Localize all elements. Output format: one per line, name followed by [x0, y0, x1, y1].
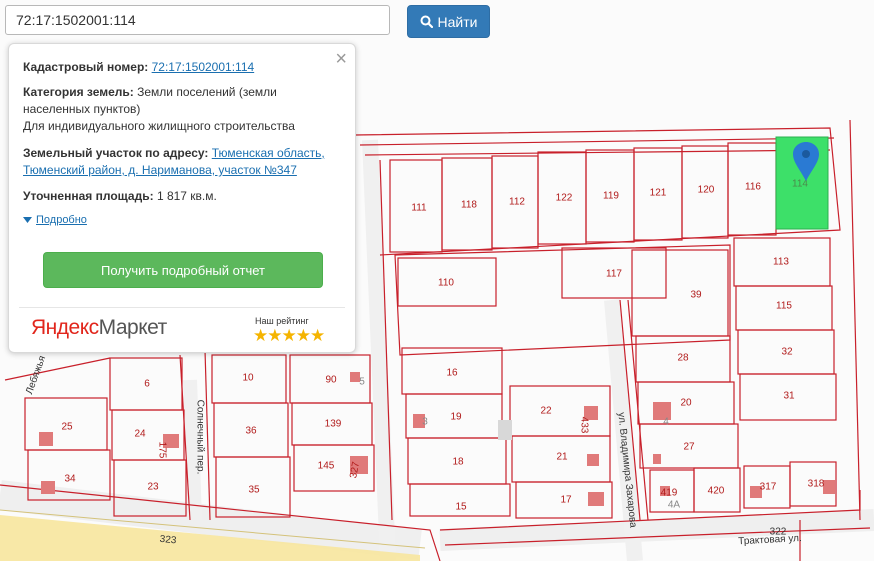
parcel-label: 19: [450, 412, 462, 423]
parcel-label: 25: [61, 422, 73, 433]
parcel-label: 36: [245, 426, 257, 437]
parcel-label: 90: [325, 375, 337, 386]
parcel-label: 117: [606, 269, 622, 280]
caret-down-icon: [23, 217, 32, 223]
parcel-label: 35: [248, 485, 260, 496]
cadastral-label: Кадастровый номер:: [23, 60, 149, 74]
address-row: Земельный участок по адресу: Тюменская о…: [23, 145, 341, 179]
parcel-label: 175: [156, 442, 167, 459]
usage-value: Для индивидуального жилищного строительс…: [23, 119, 295, 133]
parcel-label: 27: [683, 442, 695, 453]
parcel-label: 119: [603, 191, 619, 202]
category-row: Категория земель: Земли поселений (земли…: [23, 84, 341, 135]
parcel-label: 24: [134, 429, 146, 440]
parcel-label: 113: [773, 257, 789, 268]
parcel-label: 32: [781, 347, 793, 358]
cadastral-link[interactable]: 72:17:1502001:114: [152, 60, 255, 74]
parcel-label: 15: [455, 502, 467, 513]
parcel-label: 18: [452, 457, 464, 468]
parcel-label: 110: [438, 278, 454, 289]
address-link-1[interactable]: Тюменская область,: [212, 146, 325, 160]
get-report-label: Получить подробный отчет: [100, 262, 266, 278]
parcel-label: 118: [461, 200, 477, 211]
parcel-label: 20: [680, 398, 692, 409]
parcel-label: 31: [783, 391, 795, 402]
parcel-label: 4А: [668, 500, 681, 511]
address-label: Земельный участок по адресу:: [23, 146, 209, 160]
parcel-label: 120: [698, 185, 715, 196]
logo-yandex: Яндекс: [31, 316, 99, 339]
parcel-info-popup: × Кадастровый номер: 72:17:1502001:114 К…: [8, 43, 356, 353]
parcel-label: 116: [745, 182, 761, 193]
search-button-label: Найти: [437, 13, 478, 30]
cadastral-row: Кадастровый номер: 72:17:1502001:114: [23, 59, 341, 76]
address-link-2[interactable]: Тюменский район, д. Нариманова, участок …: [23, 163, 297, 177]
parcel-label: 39: [690, 290, 702, 301]
category-label: Категория земель:: [23, 85, 134, 99]
search-input[interactable]: [5, 5, 390, 35]
parcel-label: 16: [446, 368, 458, 379]
parcel-label: 17: [560, 495, 572, 506]
parcel-label: 111: [411, 203, 427, 214]
parcel-label: 433: [578, 417, 589, 434]
parcel-label: 5: [359, 377, 365, 388]
parcel-label: 115: [776, 301, 792, 312]
parcel-label: 112: [509, 197, 525, 208]
parcel-label: 10: [242, 373, 254, 384]
rating-label: Наш рейтинг: [255, 316, 309, 326]
get-report-button[interactable]: Получить подробный отчет: [43, 252, 323, 288]
parcel-label: 317: [760, 482, 777, 493]
more-details-label: Подробно: [36, 214, 87, 226]
parcel-label: 23: [147, 482, 159, 493]
street-label-solnechny: Солнечный пер.: [194, 400, 205, 475]
yandex-market-logo[interactable]: ЯндексМаркет: [31, 316, 167, 340]
parcel-label: 121: [650, 188, 667, 199]
parcel-label: 420: [708, 486, 725, 497]
parcel-label: 22: [540, 406, 552, 417]
area-row: Уточненная площадь: 1 817 кв.м.: [23, 188, 341, 205]
search-icon: [420, 15, 433, 28]
divider: [19, 307, 345, 308]
parcel-label: 3: [422, 417, 428, 428]
rating-stars-icon: ★★★★★: [253, 326, 325, 345]
parcel-label: 34: [64, 474, 76, 485]
parcel-label: 21: [556, 452, 568, 463]
parcel-label: 122: [556, 193, 573, 204]
parcel-label: 4: [663, 417, 669, 428]
street-label-322: 322: [770, 527, 787, 538]
parcel-label: 419: [661, 488, 678, 499]
parcel-label: 318: [808, 479, 825, 490]
parcel-label: 28: [677, 353, 689, 364]
parcel-label: 6: [144, 379, 150, 390]
more-details-link[interactable]: Подробно: [23, 214, 87, 226]
category-value-2: населенных пунктов): [23, 102, 141, 116]
street-label-323: 323: [159, 534, 177, 547]
category-value-1: Земли поселений (земли: [137, 85, 277, 99]
parcel-label: 145: [318, 461, 335, 472]
logo-market: Маркет: [98, 316, 168, 339]
area-value: 1 817 кв.м.: [156, 189, 217, 203]
area-label: Уточненная площадь:: [23, 189, 154, 203]
parcel-label: 139: [325, 419, 342, 430]
search-button[interactable]: Найти: [407, 5, 490, 38]
